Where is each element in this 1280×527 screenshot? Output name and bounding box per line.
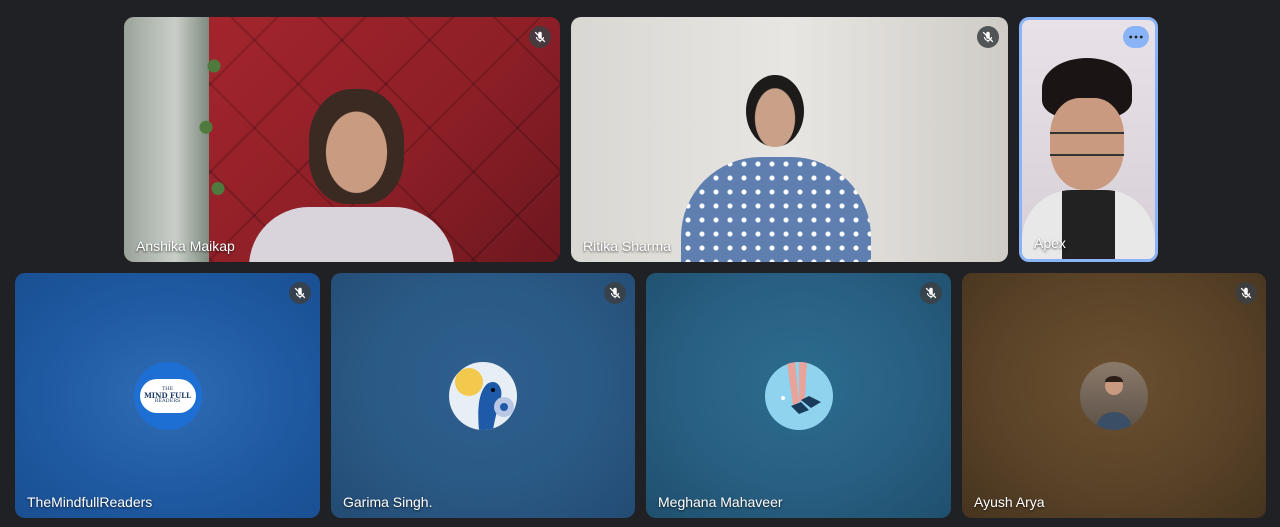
participant-name: TheMindfullReaders	[27, 494, 153, 510]
participant-tile-anshika[interactable]: Anshika Maikap	[124, 17, 560, 262]
more-options-icon[interactable]	[1123, 26, 1149, 48]
participant-name: Anshika Maikap	[136, 238, 235, 254]
participant-avatar	[449, 361, 517, 430]
mic-off-icon	[977, 26, 999, 48]
participant-name: Meghana Mahaveer	[658, 494, 783, 510]
participant-tile-garima[interactable]: Garima Singh.	[331, 273, 635, 518]
participant-avatar: THE MIND FULL READERS	[133, 361, 202, 430]
person-body	[681, 157, 871, 262]
participant-tile-mindfullreaders[interactable]: THE MIND FULL READERS TheMindfullReaders	[15, 273, 320, 518]
participant-name: Garima Singh.	[343, 494, 433, 510]
participant-name: Ritika Sharma	[583, 238, 671, 254]
participant-tile-meghana[interactable]: Meghana Mahaveer	[646, 273, 951, 518]
avatar-text-line: READERS	[154, 398, 181, 404]
mic-off-icon	[604, 282, 626, 304]
participant-avatar	[1080, 361, 1148, 430]
person-body	[249, 207, 454, 262]
plant-vine	[194, 17, 234, 262]
avatar-cloud: THE MIND FULL READERS	[139, 378, 196, 413]
person-silhouette	[309, 89, 404, 204]
mic-off-icon	[920, 282, 942, 304]
participant-avatar	[764, 361, 833, 430]
participant-tile-apex[interactable]: Apex	[1019, 17, 1158, 262]
person-glasses	[1050, 132, 1124, 156]
person-head	[746, 75, 804, 147]
mic-off-icon	[289, 282, 311, 304]
participant-name: Ayush Arya	[974, 494, 1045, 510]
mic-off-icon	[1235, 282, 1257, 304]
person-body	[1022, 190, 1155, 259]
participant-tile-ritika[interactable]: Ritika Sharma	[571, 17, 1008, 262]
participant-tile-ayush[interactable]: Ayush Arya	[962, 273, 1266, 518]
mic-off-icon	[529, 26, 551, 48]
participant-name: Apex	[1034, 235, 1066, 251]
